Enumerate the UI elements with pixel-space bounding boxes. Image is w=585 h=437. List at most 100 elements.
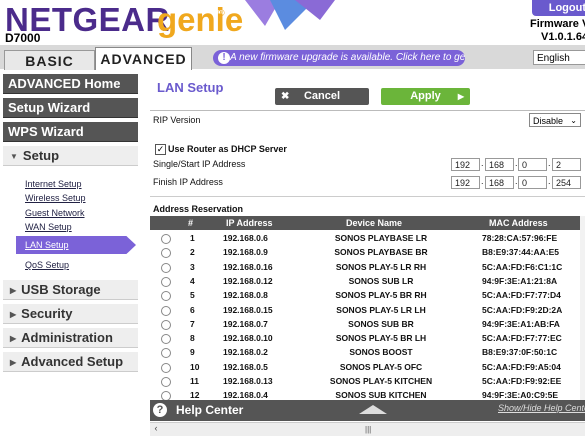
row-radio[interactable] [161, 348, 171, 359]
finish-ip-octet-1[interactable]: 192 [451, 176, 480, 189]
column-header-number: # [188, 218, 194, 228]
start-ip-octet-1[interactable]: 192 [451, 158, 480, 171]
cell-ip: 192.168.0.2 [223, 347, 268, 358]
row-radio[interactable] [161, 391, 171, 400]
sidebar-item-wan-setup[interactable]: WAN Setup [25, 222, 72, 232]
logout-button[interactable]: Logout [532, 0, 585, 16]
sidebar-item-internet-setup[interactable]: Internet Setup [25, 179, 82, 189]
row-radio[interactable] [161, 305, 171, 316]
start-ip-octet-3[interactable]: 0 [518, 158, 547, 171]
rip-version-select[interactable]: Disable ⌄ [529, 113, 581, 127]
vertical-scrollbar[interactable] [580, 216, 585, 400]
firmware-upgrade-notice[interactable]: A new firmware upgrade is available. Cli… [213, 50, 465, 66]
cell-ip: 192.168.0.5 [223, 361, 268, 372]
ip-dot: . [548, 158, 551, 168]
row-radio[interactable] [161, 377, 171, 387]
cell-device-name: SONOS PLAY-5 BR RH [335, 290, 427, 301]
dhcp-label: Use Router as DHCP Server [168, 144, 287, 154]
finish-ip-octet-2[interactable]: 168 [485, 176, 514, 189]
sidebar-wps-wizard[interactable]: WPS Wizard [3, 122, 138, 142]
tab-basic[interactable]: BASIC [4, 50, 95, 71]
cell-device-name: SONOS SUB BR [348, 318, 414, 329]
table-row[interactable]: 3 192.168.0.16 SONOS PLAY-5 LR RH 5C:AA:FD:… [150, 260, 580, 274]
dhcp-checkbox[interactable]: ✓ [155, 144, 166, 155]
cell-device-name: SONOS PLAY-5 OFC [339, 361, 423, 372]
sidebar-section-label: Advanced Setup [21, 354, 124, 369]
sidebar-item-wireless-setup[interactable]: Wireless Setup [25, 193, 86, 203]
triangle-right-icon: ▶ [10, 358, 17, 367]
sidebar-item-qos-setup[interactable]: QoS Setup [25, 260, 69, 270]
cell-number: 1 [190, 233, 195, 243]
sidebar-advanced-home[interactable]: ADVANCED Home [3, 74, 138, 94]
table-row[interactable]: 8 192.168.0.10 SONOS PLAY-5 BR LH 5C:AA:FD:… [150, 331, 580, 345]
cell-device-name: SONOS BOOST [349, 347, 413, 358]
table-row[interactable]: 2 192.168.0.9 SONOS PLAYBASE BR B8:E9:37:44… [150, 245, 580, 259]
row-radio[interactable] [161, 234, 171, 244]
sidebar-section-label: Setup [22, 148, 60, 163]
info-icon: ! [218, 52, 230, 64]
sidebar-item-guest-network[interactable]: Guest Network [25, 208, 85, 218]
rip-version-label: RIP Version [153, 115, 201, 125]
cell-device-name: SONOS PLAYBASE LR [334, 233, 428, 243]
cell-device-name: SONOS PLAY-5 LR LH [336, 304, 426, 315]
ip-dot: . [548, 176, 551, 186]
divider [150, 110, 585, 111]
cell-ip: 192.168.0.10 [223, 333, 273, 344]
row-radio[interactable] [161, 362, 171, 373]
sidebar-section-usb-storage[interactable]: ▶ USB Storage [3, 280, 138, 300]
close-icon: ✖ [281, 91, 290, 102]
cell-mac: B8:E9:37:44:AA:E5 [482, 247, 559, 258]
row-radio[interactable] [161, 248, 171, 259]
table-row[interactable]: 12 192.168.0.4 SONOS SUB KITCHEN 94:9F:3E:A… [150, 388, 580, 400]
row-radio[interactable] [161, 334, 171, 345]
cell-ip: 192.168.0.16 [223, 261, 273, 272]
sidebar-section-setup[interactable]: ▼ Setup [3, 146, 138, 166]
cell-ip: 192.168.0.9 [223, 247, 268, 258]
cell-ip: 192.168.0.12 [223, 275, 273, 286]
divider [150, 196, 585, 197]
table-row[interactable]: 1 192.168.0.6 SONOS PLAYBASE LR 78:28:CA:57… [150, 231, 580, 245]
row-radio[interactable] [161, 291, 171, 302]
language-select[interactable]: English [533, 50, 585, 65]
tab-advanced[interactable]: ADVANCED [95, 47, 192, 71]
start-ip-octet-2[interactable]: 168 [485, 158, 514, 171]
table-row[interactable]: 6 192.168.0.15 SONOS PLAY-5 LR LH 5C:AA:FD:… [150, 303, 580, 317]
chevron-up-icon[interactable] [359, 405, 387, 414]
apply-button[interactable]: Apply ▶ [381, 88, 470, 105]
sidebar-item-lan-setup[interactable]: LAN Setup [25, 240, 69, 250]
cancel-button[interactable]: ✖ Cancel [275, 88, 369, 105]
cell-mac: 5C:AA:FD:F9:92:EE [482, 376, 562, 386]
sidebar-section-security[interactable]: ▶ Security [3, 304, 138, 324]
row-radio[interactable] [161, 276, 171, 287]
cell-mac: 94:9F:3E:A1:AB:FA [482, 318, 560, 329]
help-center-label[interactable]: Help Center [176, 403, 243, 417]
cell-mac: B8:E9:37:0F:50:1C [482, 347, 558, 358]
sidebar-section-advanced-setup[interactable]: ▶ Advanced Setup [3, 352, 138, 372]
cell-mac: 5C:AA:FD:F7:77:D4 [482, 290, 561, 301]
table-row[interactable]: 7 192.168.0.7 SONOS SUB BR 94:9F:3E:A1:AB:F… [150, 317, 580, 331]
start-ip-octet-4[interactable]: 2 [552, 158, 581, 171]
cell-mac: 78:28:CA:57:96:FE [482, 233, 558, 243]
row-radio[interactable] [161, 262, 171, 273]
table-row[interactable]: 10 192.168.0.5 SONOS PLAY-5 OFC 5C:AA:FD:F9… [150, 360, 580, 374]
triangle-right-icon: ▶ [10, 334, 17, 343]
finish-ip-octet-4[interactable]: 254 [552, 176, 581, 189]
table-row[interactable]: 4 192.168.0.12 SONOS SUB LR 94:9F:3E:A1:21:… [150, 274, 580, 288]
cell-number: 12 [190, 390, 200, 400]
ip-dot: . [481, 158, 484, 168]
page-title: LAN Setup [157, 80, 224, 95]
finish-ip-octet-3[interactable]: 0 [518, 176, 547, 189]
apply-label: Apply [410, 90, 441, 102]
question-icon: ? [153, 403, 167, 417]
table-row[interactable]: 9 192.168.0.2 SONOS BOOST B8:E9:37:0F:50:1C [150, 345, 580, 359]
sidebar-section-administration[interactable]: ▶ Administration [3, 328, 138, 348]
scroll-thumb-grip[interactable]: ||| [365, 425, 371, 434]
scroll-left-icon[interactable]: ‹ [151, 423, 161, 434]
row-radio[interactable] [161, 319, 171, 330]
table-row[interactable]: 11 192.168.0.13 SONOS PLAY-5 KITCHEN 5C:AA:… [150, 374, 580, 388]
table-row[interactable]: 5 192.168.0.8 SONOS PLAY-5 BR RH 5C:AA:FD:F… [150, 288, 580, 302]
show-hide-help-link[interactable]: Show/Hide Help Center [498, 403, 585, 413]
sidebar-setup-wizard[interactable]: Setup Wizard [3, 98, 138, 118]
cell-ip: 192.168.0.6 [223, 233, 268, 243]
trademark: ® [218, 8, 225, 18]
